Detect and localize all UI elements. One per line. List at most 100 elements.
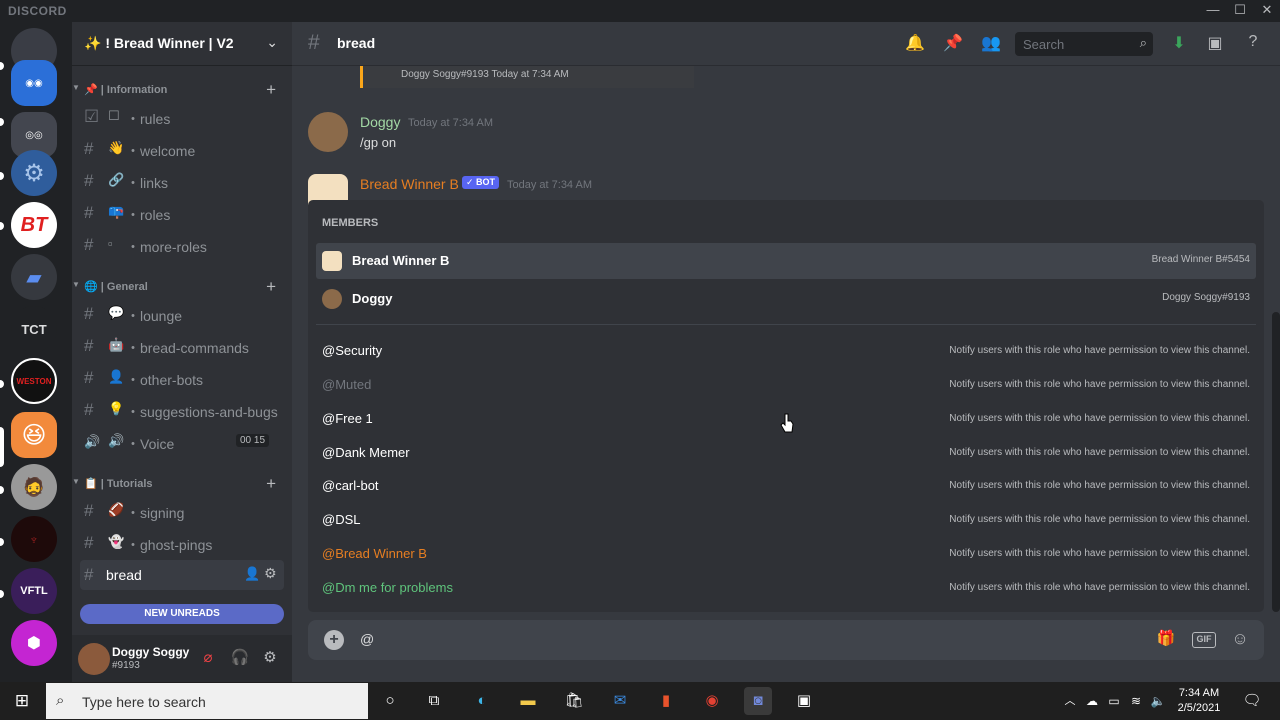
edge-icon[interactable]: ◐ bbox=[468, 687, 496, 715]
discord-taskbar-icon[interactable]: ◙ bbox=[744, 687, 772, 715]
channel-voice[interactable]: 🔊 🔊 ・Voice 00 15 bbox=[80, 427, 284, 457]
autocomplete-member[interactable]: Bread Winner B Bread Winner B#5454 bbox=[316, 243, 1256, 279]
channel-label: ・rules bbox=[126, 111, 171, 127]
server-folder-closed[interactable]: ▰ bbox=[11, 254, 57, 300]
inbox-icon[interactable]: ▣ bbox=[1204, 33, 1226, 55]
store-icon[interactable]: 🛍 bbox=[560, 687, 588, 715]
autocomplete-role[interactable]: @carl-bot Notify users with this role wh… bbox=[316, 469, 1256, 501]
message-author[interactable]: Bread Winner B bbox=[360, 176, 459, 192]
help-icon[interactable]: ? bbox=[1242, 33, 1264, 55]
create-channel-icon[interactable]: + bbox=[266, 277, 276, 297]
volume-icon[interactable]: 🔈 bbox=[1144, 687, 1172, 715]
task-view-icon[interactable]: ⧉ bbox=[420, 687, 448, 715]
category-information[interactable]: ▼ 📌 | Information + bbox=[72, 80, 292, 100]
hash-icon: # bbox=[84, 203, 94, 222]
pin-icon[interactable]: 📌 bbox=[942, 33, 964, 55]
server-laugh[interactable]: 😆 bbox=[11, 412, 57, 458]
office-icon[interactable]: ▮ bbox=[652, 687, 680, 715]
avatar bbox=[322, 289, 342, 309]
member-tag: Doggy Soggy#9193 bbox=[1162, 292, 1250, 303]
channel-ghost-pings[interactable]: # 👻 ・ghost-pings bbox=[80, 528, 284, 558]
channel-label: ・lounge bbox=[126, 308, 183, 324]
scrollbar[interactable] bbox=[1272, 312, 1280, 612]
role-description: Notify users with this role who have per… bbox=[949, 413, 1250, 424]
maximize-button[interactable]: ☐ bbox=[1225, 0, 1255, 22]
guild-header[interactable]: ✨ ! Bread Winner | V2 ⌄ bbox=[72, 22, 292, 66]
role-name: @Muted bbox=[322, 377, 372, 392]
file-explorer-icon[interactable]: ▬ bbox=[514, 687, 542, 715]
add-attachment-icon[interactable]: + bbox=[324, 630, 344, 650]
avatar[interactable] bbox=[78, 643, 110, 675]
voice-count-current: 00 bbox=[240, 435, 252, 446]
autocomplete-role[interactable]: @Dank Memer Notify users with this role … bbox=[316, 436, 1256, 468]
channel-bread-commands[interactable]: # 🤖 ・bread-commands bbox=[80, 331, 284, 361]
channel-rules[interactable]: ☑ ☐ ・rules bbox=[80, 102, 284, 132]
autocomplete-role[interactable]: @Dm me for problems Notify users with th… bbox=[316, 571, 1256, 603]
server-icon[interactable]: ♆ bbox=[11, 516, 57, 562]
search-input[interactable]: Search ⌕ bbox=[1015, 32, 1153, 56]
channel-more-roles[interactable]: # ▫ ・more-roles bbox=[80, 230, 284, 260]
channel-lounge[interactable]: # 💬 ・lounge bbox=[80, 299, 284, 329]
autocomplete-role[interactable]: @DSL Notify users with this role who hav… bbox=[316, 503, 1256, 535]
channel-label: bread bbox=[106, 567, 142, 583]
message-author[interactable]: Doggy bbox=[360, 114, 400, 130]
server-folder[interactable]: ◉◉ bbox=[11, 60, 57, 106]
server-tct[interactable]: TCT bbox=[11, 306, 57, 352]
collapse-arrow-icon: ▼ bbox=[72, 477, 80, 486]
gif-icon[interactable]: GIF bbox=[1192, 632, 1216, 648]
taskbar-search-placeholder: Type here to search bbox=[82, 694, 206, 710]
channel-signing[interactable]: # 🏈 ・signing bbox=[80, 496, 284, 526]
unread-pill bbox=[0, 172, 4, 180]
category-general[interactable]: ▼ 🌐 | General + bbox=[72, 277, 292, 297]
server-icon[interactable]: ⚙ bbox=[11, 150, 57, 196]
autocomplete-role[interactable]: @Muted Notify users with this role who h… bbox=[316, 368, 1256, 400]
create-channel-icon[interactable]: + bbox=[266, 474, 276, 494]
server-icon[interactable]: 🧔 bbox=[11, 464, 57, 510]
category-tutorials[interactable]: ▼ 📋 | Tutorials + bbox=[72, 474, 292, 494]
mute-microphone-icon[interactable]: ⌀ bbox=[198, 648, 218, 668]
minimize-button[interactable]: — bbox=[1198, 0, 1228, 22]
cortana-icon[interactable]: ○ bbox=[376, 687, 404, 715]
headphones-icon[interactable]: 🎧 bbox=[230, 648, 250, 668]
emoji-icon[interactable]: ☺ bbox=[1228, 629, 1252, 651]
server-weston[interactable]: WESTON bbox=[11, 358, 57, 404]
member-name: Doggy bbox=[352, 291, 393, 306]
gift-icon[interactable]: 🎁 bbox=[1154, 629, 1178, 651]
chat-area: # bread 🔔 📌 👥 Search ⌕ ⬇ ▣ ? Doggy Soggy… bbox=[292, 22, 1280, 682]
gear-icon[interactable]: ⚙ bbox=[260, 648, 280, 668]
download-icon[interactable]: ⬇ bbox=[1168, 33, 1190, 55]
new-unreads-banner[interactable]: NEW UNREADS bbox=[80, 604, 284, 624]
create-channel-icon[interactable]: + bbox=[266, 80, 276, 100]
windows-start-icon[interactable]: ⊞ bbox=[8, 687, 36, 715]
autocomplete-role[interactable]: @Security Notify users with this role wh… bbox=[316, 334, 1256, 366]
channel-links[interactable]: # 🔗 ・links bbox=[80, 166, 284, 196]
channel-welcome[interactable]: # 👋 ・welcome bbox=[80, 134, 284, 164]
gear-icon: ⚙ bbox=[23, 159, 45, 187]
autocomplete-member[interactable]: Doggy Doggy Soggy#9193 bbox=[316, 281, 1256, 317]
invite-icon[interactable]: 👤 bbox=[244, 566, 260, 582]
avatar[interactable] bbox=[308, 112, 348, 152]
server-bt[interactable]: BT bbox=[11, 202, 57, 248]
mail-icon[interactable]: ✉ bbox=[606, 687, 634, 715]
channel-roles[interactable]: # 📪 ・roles bbox=[80, 198, 284, 228]
channel-suggestions[interactable]: # 💡 ・suggestions-and-bugs bbox=[80, 395, 284, 425]
server-vftl[interactable]: VFTL bbox=[11, 568, 57, 614]
gear-icon[interactable]: ⚙ bbox=[264, 565, 277, 582]
member-list-icon[interactable]: 👥 bbox=[980, 33, 1002, 55]
bell-icon[interactable]: 🔔 bbox=[904, 33, 926, 55]
notifications-icon[interactable]: 🗨 bbox=[1238, 687, 1266, 715]
autocomplete-role[interactable]: @Bread Winner B Notify users with this r… bbox=[316, 537, 1256, 569]
taskbar-search[interactable]: ⌕ Type here to search bbox=[46, 683, 368, 719]
chrome-icon[interactable]: ◉ bbox=[698, 687, 726, 715]
app-taskbar-icon[interactable]: ▣ bbox=[790, 687, 818, 715]
channel-other-bots[interactable]: # 👤 ・other-bots bbox=[80, 363, 284, 393]
message-input[interactable]: @ bbox=[360, 631, 374, 647]
close-button[interactable]: ✕ bbox=[1252, 0, 1280, 22]
channel-emoji: 👋 bbox=[108, 140, 125, 155]
message-composer[interactable]: + @ 🎁 GIF ☺ bbox=[308, 620, 1264, 660]
system-clock[interactable]: 7:34 AM 2/5/2021 bbox=[1174, 686, 1224, 716]
channel-label: ・ghost-pings bbox=[126, 537, 213, 553]
server-icon[interactable]: ⬢ bbox=[11, 620, 57, 666]
role-description: Notify users with this role who have per… bbox=[949, 514, 1250, 525]
channel-bread[interactable]: # bread 👤 ⚙ bbox=[80, 560, 284, 590]
